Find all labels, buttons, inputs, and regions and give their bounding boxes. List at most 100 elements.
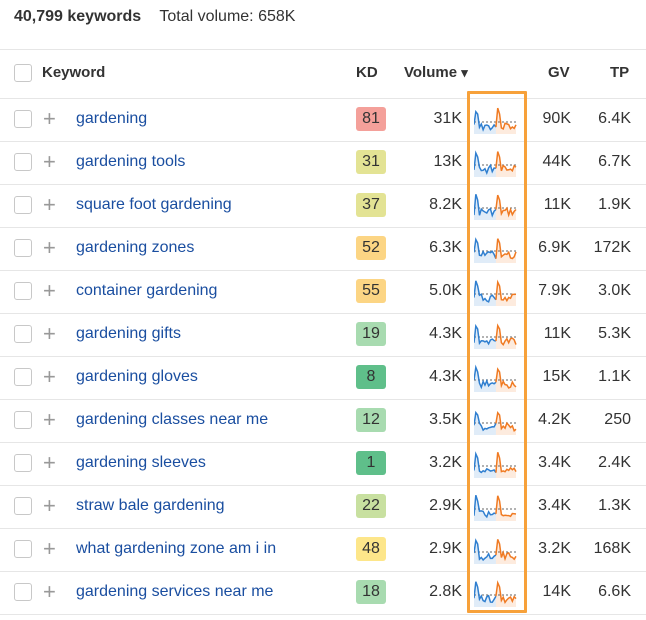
tp-value: 250 [604, 411, 631, 428]
keyword-link[interactable]: gardening classes near me [76, 411, 268, 429]
keyword-link[interactable]: gardening sleeves [76, 454, 206, 472]
sort-desc-icon: ▾ [461, 65, 468, 80]
gv-value: 7.9K [538, 282, 571, 299]
volume-value: 4.3K [429, 325, 462, 342]
kd-badge: 31 [356, 150, 386, 174]
add-keyword-plus-icon[interactable]: + [43, 579, 56, 605]
table-row: + square foot gardening 37 8.2K 11K 1.9K [0, 184, 646, 228]
kd-badge: 19 [356, 322, 386, 346]
gv-value: 15K [542, 368, 571, 385]
add-keyword-plus-icon[interactable]: + [43, 106, 56, 132]
column-volume-label: Volume [404, 64, 458, 81]
row-checkbox[interactable] [14, 110, 32, 128]
row-checkbox[interactable] [14, 282, 32, 300]
kd-badge: 1 [356, 451, 386, 475]
row-checkbox[interactable] [14, 583, 32, 601]
keyword-link[interactable]: what gardening zone am i in [76, 540, 276, 558]
volume-value: 2.9K [429, 497, 462, 514]
gv-value: 11K [543, 325, 571, 342]
volume-value: 4.3K [429, 368, 462, 385]
column-volume[interactable]: Volume ▾ [404, 64, 468, 81]
keyword-link[interactable]: gardening tools [76, 153, 185, 171]
keywords-table-view: 40,799 keywords Total volume: 658K Keywo… [0, 0, 646, 620]
add-keyword-plus-icon[interactable]: + [43, 278, 56, 304]
kd-badge: 8 [356, 365, 386, 389]
add-keyword-plus-icon[interactable]: + [43, 149, 56, 175]
row-checkbox[interactable] [14, 454, 32, 472]
tp-value: 5.3K [598, 325, 631, 342]
tp-value: 2.4K [598, 454, 631, 471]
add-keyword-plus-icon[interactable]: + [43, 407, 56, 433]
summary: 40,799 keywords Total volume: 658K [14, 8, 295, 26]
add-keyword-plus-icon[interactable]: + [43, 536, 56, 562]
row-checkbox[interactable] [14, 368, 32, 386]
kd-badge: 12 [356, 408, 386, 432]
gv-value: 3.4K [538, 454, 571, 471]
table-row: + gardening tools 31 13K 44K 6.7K [0, 141, 646, 185]
row-checkbox[interactable] [14, 540, 32, 558]
add-keyword-plus-icon[interactable]: + [43, 493, 56, 519]
add-keyword-plus-icon[interactable]: + [43, 192, 56, 218]
row-checkbox[interactable] [14, 239, 32, 257]
gv-value: 3.2K [538, 540, 571, 557]
tp-value: 172K [593, 239, 631, 256]
column-keyword[interactable]: Keyword [42, 64, 105, 81]
volume-value: 2.9K [429, 540, 462, 557]
kd-badge: 48 [356, 537, 386, 561]
column-gv[interactable]: GV [548, 64, 570, 81]
add-keyword-plus-icon[interactable]: + [43, 450, 56, 476]
volume-value: 3.2K [429, 454, 462, 471]
column-tp[interactable]: TP [610, 64, 629, 81]
volume-value: 3.5K [429, 411, 462, 428]
tp-value: 6.6K [598, 583, 631, 600]
table-header: Keyword KD Volume ▾ GV TP [0, 49, 646, 99]
keyword-link[interactable]: gardening [76, 110, 147, 128]
gv-value: 14K [542, 583, 571, 600]
volume-value: 5.0K [429, 282, 462, 299]
kd-badge: 52 [356, 236, 386, 260]
table-row: + gardening 81 31K 90K 6.4K [0, 98, 646, 142]
kd-badge: 55 [356, 279, 386, 303]
volume-value: 13K [433, 153, 462, 170]
table-row: + gardening services near me 18 2.8K 14K… [0, 571, 646, 615]
table-row: + gardening zones 52 6.3K 6.9K 172K [0, 227, 646, 271]
tp-value: 3.0K [598, 282, 631, 299]
select-all-checkbox[interactable] [14, 64, 32, 82]
keyword-link[interactable]: gardening services near me [76, 583, 273, 601]
gv-value: 6.9K [538, 239, 571, 256]
keyword-link[interactable]: square foot gardening [76, 196, 232, 214]
row-checkbox[interactable] [14, 497, 32, 515]
keyword-link[interactable]: straw bale gardening [76, 497, 225, 515]
gv-value: 11K [543, 196, 571, 213]
gv-value: 3.4K [538, 497, 571, 514]
keyword-link[interactable]: container gardening [76, 282, 217, 300]
column-kd[interactable]: KD [356, 64, 378, 81]
tp-value: 168K [593, 540, 631, 557]
keyword-link[interactable]: gardening zones [76, 239, 194, 257]
kd-badge: 18 [356, 580, 386, 604]
volume-value: 8.2K [429, 196, 462, 213]
keyword-link[interactable]: gardening gifts [76, 325, 181, 343]
row-checkbox[interactable] [14, 196, 32, 214]
keyword-link[interactable]: gardening gloves [76, 368, 198, 386]
tp-value: 1.3K [598, 497, 631, 514]
row-checkbox[interactable] [14, 325, 32, 343]
row-checkbox[interactable] [14, 411, 32, 429]
add-keyword-plus-icon[interactable]: + [43, 235, 56, 261]
trend-column-highlight [467, 91, 527, 613]
add-keyword-plus-icon[interactable]: + [43, 364, 56, 390]
tp-value: 6.7K [598, 153, 631, 170]
tp-value: 1.9K [598, 196, 631, 213]
keyword-count: 40,799 keywords [14, 8, 142, 25]
gv-value: 44K [542, 153, 571, 170]
table-row: + straw bale gardening 22 2.9K 3.4K 1.3K [0, 485, 646, 529]
row-checkbox[interactable] [14, 153, 32, 171]
volume-value: 2.8K [429, 583, 462, 600]
gv-value: 4.2K [538, 411, 571, 428]
add-keyword-plus-icon[interactable]: + [43, 321, 56, 347]
table-row: + what gardening zone am i in 48 2.9K 3.… [0, 528, 646, 572]
kd-badge: 37 [356, 193, 386, 217]
volume-value: 31K [433, 110, 462, 127]
table-row: + gardening gloves 8 4.3K 15K 1.1K [0, 356, 646, 400]
table-row: + gardening gifts 19 4.3K 11K 5.3K [0, 313, 646, 357]
